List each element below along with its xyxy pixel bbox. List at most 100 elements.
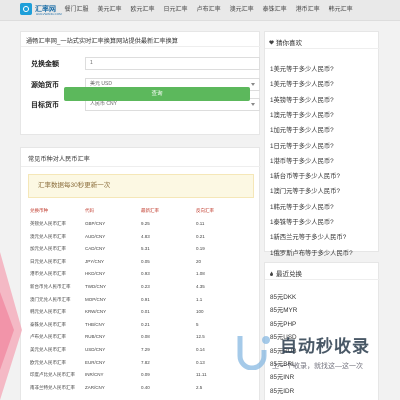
table-cell-currency: 澳门元兑人民币汇率 <box>30 296 71 302</box>
table-row[interactable]: 澳元兑人民币汇率 AUD/CNY 4.83 0.21 <box>28 231 254 242</box>
table-cell-code: GBP/CNY <box>85 221 106 226</box>
table-cell-reverse: 0.11 <box>196 221 205 226</box>
guess-link[interactable]: 1英镑等于多少人民币? <box>270 95 334 104</box>
latest-link[interactable]: 85元MYR <box>270 305 297 314</box>
table-cell-currency: 韩元兑人民币汇率 <box>30 309 66 315</box>
nav-item[interactable]: 韩元汇率 <box>324 0 357 21</box>
table-cell-rate: 4.83 <box>141 233 150 239</box>
table-cell-rate: 0.40 <box>141 384 150 390</box>
table-cell-code: MOP/CNY <box>85 296 107 302</box>
nav-item[interactable]: 餐门汇服 <box>60 0 93 21</box>
table-row[interactable]: 泰铢兑人民币汇率 THB/CNY 0.21 5 <box>28 319 254 330</box>
target-currency-value: 人民币 CNY <box>90 101 117 107</box>
nav-item[interactable]: 泰铢汇率 <box>258 0 291 21</box>
table-cell-reverse: 1.1 <box>196 296 203 302</box>
table-cell-code: HKD/CNY <box>85 271 106 277</box>
divider <box>265 48 380 49</box>
chevron-down-icon <box>251 83 255 86</box>
source-label: 源始货币 <box>31 82 59 89</box>
header-reverse: 反向汇率 <box>196 208 214 213</box>
table-cell-rate: 0.23 <box>141 284 150 289</box>
nav-item[interactable]: 港币汇率 <box>291 0 324 21</box>
guess-link[interactable]: 1新西兰元等于多少人民币? <box>270 232 346 241</box>
update-notice: 汇率数据每30秒更新一次 <box>28 174 254 198</box>
converter-panel: 通畅汇率网_一站式实时汇率换算网站提供最新汇率换算 兑换金额 1 源始货币 美元… <box>20 31 261 135</box>
guess-link[interactable]: 1港币等于多少人民币? <box>270 156 334 165</box>
table-cell-reverse: 0.13 <box>196 359 205 365</box>
table-cell-reverse: 100 <box>196 309 204 315</box>
latest-link[interactable]: 85元INR <box>270 372 294 381</box>
guess-link[interactable]: 1加元等于多少人民币? <box>270 125 334 134</box>
nav-item[interactable]: 澳元汇率 <box>225 0 258 21</box>
table-row[interactable]: 澳门元兑人民币汇率 MOP/CNY 0.91 1.1 <box>28 294 254 305</box>
table-cell-currency: 欧元兑人民币汇率 <box>30 359 66 365</box>
latest-link[interactable]: 85元DKK <box>270 292 296 301</box>
table-row[interactable]: 新台币兑人民币汇率 TWD/CNY 0.23 4.35 <box>28 281 254 292</box>
table-cell-code: THB/CNY <box>85 321 105 327</box>
chevron-down-icon <box>251 103 255 106</box>
rates-title: 常见币种对人民币汇率 <box>28 156 90 163</box>
table-cell-rate: 7.82 <box>141 359 150 365</box>
table-cell-code: INR/CNY <box>85 372 104 378</box>
table-row[interactable]: 港币兑人民币汇率 HKD/CNY 0.93 1.08 <box>28 268 254 279</box>
table-row[interactable]: 卢布兑人民币汇率 RUB/CNY 0.08 12.5 <box>28 331 254 342</box>
rates-panel: 常见币种对人民币汇率 汇率数据每30秒更新一次 兑换币种 代码 最新汇率 反向汇… <box>20 147 261 400</box>
table-cell-reverse: 4.35 <box>196 284 205 289</box>
divider <box>21 166 261 167</box>
table-cell-code: KRW/CNY <box>85 309 107 315</box>
table-cell-rate: 5.31 <box>141 246 150 252</box>
table-cell-currency: 印度卢比兑人民币汇率 <box>30 372 75 378</box>
table-row[interactable]: 日元兑人民币汇率 JPY/CNY 0.05 20 <box>28 256 254 267</box>
table-cell-currency: 英镑兑人民币汇率 <box>30 221 66 226</box>
table-cell-reverse: 20 <box>196 258 202 264</box>
table-cell-code: USD/CNY <box>85 347 106 352</box>
guess-link[interactable]: 1日元等于多少人民币? <box>270 141 334 150</box>
table-row[interactable]: 欧元兑人民币汇率 EUR/CNY 7.82 0.13 <box>28 357 254 368</box>
guess-link[interactable]: 1澳门元等于多少人民币? <box>270 186 340 195</box>
table-cell-rate: 0.91 <box>141 296 150 302</box>
latest-panel: 最近兑换 85元DKK 85元MYR 85元PHP 85元USD 85元RUB 85元BR… <box>264 262 380 400</box>
table-cell-code: JPY/CNY <box>85 258 105 264</box>
table-cell-currency: 加元兑人民币汇率 <box>30 246 66 252</box>
table-cell-rate: 9.25 <box>141 221 150 226</box>
nav-item[interactable]: 美元汇率 <box>93 0 126 21</box>
latest-link[interactable]: 85元IDR <box>270 386 294 395</box>
table-cell-currency: 港币兑人民币汇率 <box>30 271 66 277</box>
nav-menu: 餐门汇服 美元汇率 欧元汇率 日元汇率 卢布汇率 澳元汇率 泰铢汇率 港币汇率 韩元汇率 <box>60 0 357 21</box>
table-row[interactable]: 印度卢比兑人民币汇率 INR/CNY 0.09 11.11 <box>28 369 254 380</box>
amount-input[interactable]: 1 <box>85 57 260 70</box>
target-label: 目标货币 <box>31 102 59 109</box>
nav-item[interactable]: 卢布汇率 <box>192 0 225 21</box>
nav-item[interactable]: 日元汇率 <box>159 0 192 21</box>
table-cell-currency: 日元兑人民币汇率 <box>30 258 66 264</box>
table-cell-currency: 美元兑人民币汇率 <box>30 347 66 352</box>
table-cell-currency: 澳元兑人民币汇率 <box>30 233 66 239</box>
table-row[interactable]: 美元兑人民币汇率 USD/CNY 7.29 0.14 <box>28 344 254 355</box>
table-cell-reverse: 12.5 <box>196 334 205 340</box>
header-currency: 兑换币种 <box>30 208 48 213</box>
site-logo[interactable]: 汇率网 HUILVWANG.COM <box>20 3 62 16</box>
table-row[interactable]: 韩元兑人民币汇率 KRW/CNY 0.01 100 <box>28 306 254 317</box>
nav-item[interactable]: 欧元汇率 <box>126 0 159 21</box>
convert-button[interactable]: 查询 <box>64 87 250 101</box>
guess-link[interactable]: 1美元等于多少人民币? <box>270 79 334 88</box>
guess-link[interactable]: 1澳元等于多少人民币? <box>270 110 334 119</box>
guess-link[interactable]: 1新台币等于多少人民币? <box>270 171 340 180</box>
latest-link[interactable]: 85元USD <box>270 332 297 341</box>
guess-link[interactable]: 1美元等于多少人民币? <box>270 64 334 73</box>
table-row[interactable]: 加元兑人民币汇率 CAD/CNY 5.31 0.19 <box>28 243 254 254</box>
table-cell-currency: 南非兰特兑人民币汇率 <box>30 384 75 390</box>
table-cell-reverse: 2.5 <box>196 384 203 390</box>
guess-link[interactable]: 1韩元等于多少人民币? <box>270 202 334 211</box>
table-cell-rate: 0.21 <box>141 321 150 327</box>
latest-link[interactable]: 85元BRL <box>270 359 296 368</box>
header-rate: 最新汇率 <box>141 208 159 213</box>
table-row[interactable]: 南非兰特兑人民币汇率 ZAR/CNY 0.40 2.5 <box>28 382 254 393</box>
latest-link[interactable]: 85元RUB <box>270 346 297 355</box>
guess-link[interactable]: 1泰铢等于多少人民币? <box>270 217 334 226</box>
logo-icon <box>20 3 32 15</box>
latest-link[interactable]: 85元PHP <box>270 319 296 328</box>
guess-link[interactable]: 1俄罗斯卢布等于多少人民币? <box>270 248 353 257</box>
table-row[interactable]: 英镑兑人民币汇率 GBP/CNY 9.25 0.11 <box>28 218 254 229</box>
divider <box>265 279 380 280</box>
